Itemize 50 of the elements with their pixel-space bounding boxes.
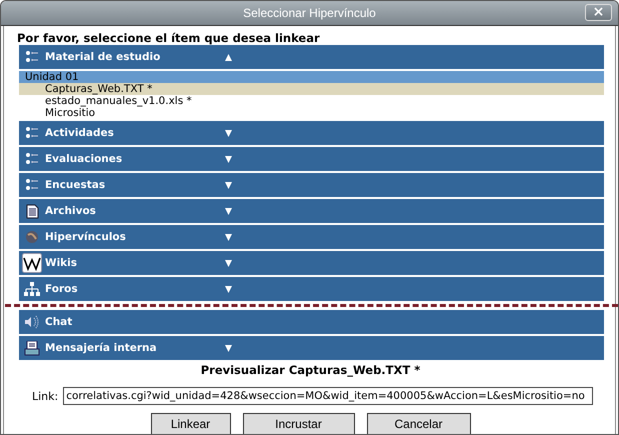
document-icon xyxy=(26,204,38,218)
section-header[interactable]: Encuestas xyxy=(19,173,604,197)
dialog-button[interactable]: Incrustar xyxy=(242,413,354,434)
list-icon xyxy=(25,152,39,166)
section-title: Encuestas xyxy=(45,179,106,191)
section-header[interactable]: Mensajería interna xyxy=(19,336,604,360)
down-arrow-icon xyxy=(225,234,232,240)
globe-icon xyxy=(25,230,39,244)
section-title: Evaluaciones xyxy=(45,153,124,165)
section-header[interactable]: Evaluaciones xyxy=(19,147,604,171)
dialog-button[interactable]: Linkear xyxy=(150,413,230,434)
section-header[interactable]: Foros xyxy=(19,277,604,301)
wiki-icon xyxy=(22,253,42,273)
dialog-button[interactable]: Cancelar xyxy=(366,413,470,434)
section-title: Wikis xyxy=(45,257,78,269)
section-header[interactable]: Chat xyxy=(19,310,604,334)
unit-row[interactable]: Unidad 01 xyxy=(19,71,604,83)
mail-icon xyxy=(24,340,40,356)
section-title: Mensajería interna xyxy=(45,342,158,354)
link-label: Link: xyxy=(32,390,58,402)
section-title: Archivos xyxy=(45,205,97,217)
section-title: Chat xyxy=(45,316,74,328)
down-arrow-icon xyxy=(225,208,232,214)
section-header[interactable]: Wikis xyxy=(19,251,604,275)
section-title: Material de estudio xyxy=(45,51,162,63)
down-arrow-icon xyxy=(225,156,232,162)
list-icon xyxy=(25,50,39,64)
section-header[interactable]: Hipervínculos xyxy=(19,225,604,249)
preview-title: Previsualizar Capturas_Web.TXT * xyxy=(200,363,422,377)
down-arrow-icon xyxy=(225,286,232,292)
down-arrow-icon xyxy=(225,260,232,266)
file-item[interactable]: Capturas_Web.TXT * xyxy=(19,83,604,95)
hierarchy-icon xyxy=(24,282,40,296)
window-title: Seleccionar Hipervínculo xyxy=(243,6,376,20)
section-title: Actividades xyxy=(45,127,115,139)
section-title: Foros xyxy=(45,283,79,295)
list-icon xyxy=(25,178,39,192)
down-arrow-icon xyxy=(225,130,232,136)
close-button[interactable]: × xyxy=(585,4,612,21)
speaker-icon xyxy=(24,315,40,329)
down-arrow-icon xyxy=(225,182,232,188)
section-header[interactable]: Archivos xyxy=(19,199,604,223)
section-header[interactable]: Actividades xyxy=(19,121,604,145)
section-header[interactable]: Material de estudio xyxy=(19,45,604,69)
section-title: Hipervínculos xyxy=(45,231,127,243)
list-icon xyxy=(25,126,39,140)
up-arrow-icon xyxy=(225,54,232,60)
link-field[interactable]: correlativas.cgi?wid_unidad=428&wseccion=MO&wid_item=400005&wAccion=L&esMicrositio=no xyxy=(63,387,594,405)
down-arrow-icon xyxy=(225,344,232,352)
instruction-text: Por favor, seleccione el ítem que desea linkear xyxy=(17,32,321,45)
